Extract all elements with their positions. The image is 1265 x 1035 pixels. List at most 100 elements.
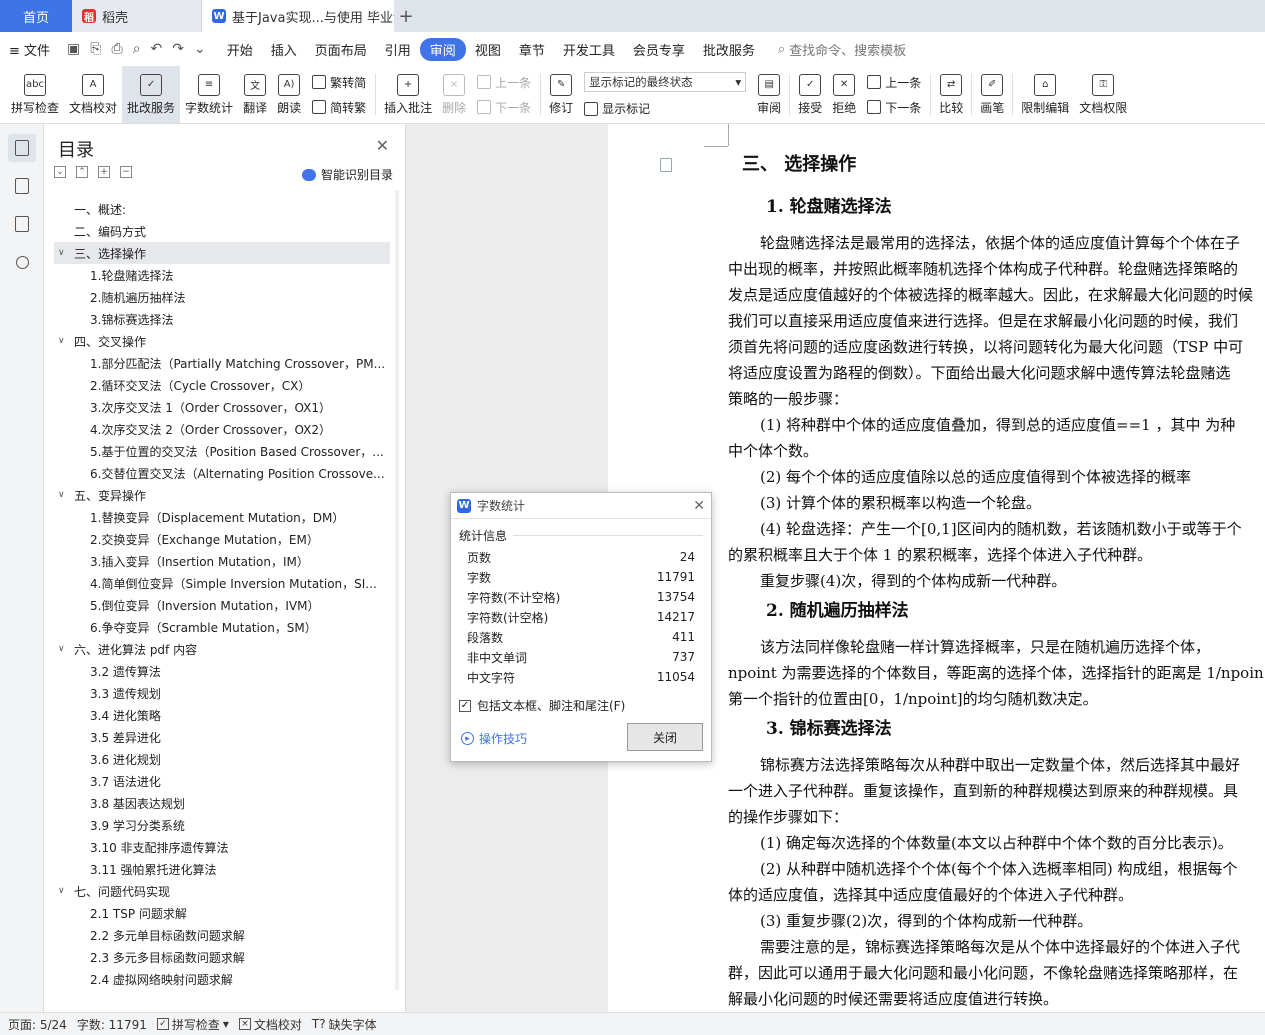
dialog-close-button[interactable]: 关闭 [627, 723, 703, 751]
chevron-down-icon[interactable]: ∨ [58, 644, 72, 654]
toc-item[interactable]: ∨ 五、变异操作 [54, 484, 390, 506]
toc-item[interactable]: 2.2 多元单目标函数问题求解 [54, 924, 390, 946]
next-change-button[interactable]: 下一条 [867, 99, 921, 116]
menu-view[interactable]: 视图 [466, 40, 510, 59]
new-tab-button[interactable]: + [394, 0, 418, 32]
delete-comment-button[interactable]: × 删除 [437, 66, 471, 123]
smart-toc-button[interactable]: 智能识别目录 [301, 166, 393, 183]
toc-item[interactable]: 3.3 遗传规划 [54, 682, 390, 704]
toc-item[interactable]: 1.轮盘赌选择法 [54, 264, 390, 286]
menu-member[interactable]: 会员专享 [624, 40, 694, 59]
markup-state-select[interactable]: 显示标记的最终状态 ▾ [584, 72, 747, 92]
toc-item[interactable]: 3.9 学习分类系统 [54, 814, 390, 836]
toc-item[interactable]: 二、编码方式 [54, 220, 390, 242]
close-icon[interactable]: ✕ [376, 136, 389, 155]
menu-devtools[interactable]: 开发工具 [554, 40, 624, 59]
find-icon[interactable] [8, 248, 36, 276]
proofread-button[interactable]: A 文档校对 [64, 66, 122, 123]
chevron-down-icon[interactable]: ∨ [58, 490, 72, 500]
toc-item[interactable]: 3.6 进化规划 [54, 748, 390, 770]
toc-item[interactable]: 4.次序交叉法 2（Order Crossover，OX2） [54, 418, 390, 440]
tips-link[interactable]: ▸ 操作技巧 [461, 730, 527, 747]
spell-check-button[interactable]: abc 拼写检查 [6, 66, 64, 123]
expand-all-icon[interactable]: ⌃ [76, 166, 88, 178]
toc-scrollbar[interactable] [395, 190, 399, 990]
toc-item[interactable]: 5.基于位置的交叉法（Position Based Crossover，... [54, 440, 390, 462]
export-icon[interactable]: ⎘ [90, 41, 101, 57]
toc-item[interactable]: 2.4 虚拟网络映射问题求解 [54, 968, 390, 990]
menu-chapter[interactable]: 章节 [510, 40, 554, 59]
show-markup-button[interactable]: 显示标记 [584, 100, 746, 117]
toc-item[interactable]: ∨ 四、交叉操作 [54, 330, 390, 352]
toc-item[interactable]: 3.7 语法进化 [54, 770, 390, 792]
toc-item[interactable]: 3.10 非支配排序遗传算法 [54, 836, 390, 858]
pen-button[interactable]: ✐ 画笔 [975, 66, 1009, 123]
restrict-editing-button[interactable]: ⌂ 限制编辑 [1016, 66, 1074, 123]
trad-to-simp-button[interactable]: 繁转简 [312, 74, 366, 91]
bookmark-icon[interactable] [8, 210, 36, 238]
document-permission-button[interactable]: ⚿ 文档权限 [1074, 66, 1132, 123]
menu-review[interactable]: 审阅 [419, 37, 466, 61]
toc-item[interactable]: 一、概述: [54, 198, 390, 220]
remove-heading-icon[interactable]: − [120, 166, 132, 178]
save-icon[interactable]: ▣ [67, 41, 80, 57]
collapse-all-icon[interactable]: ⌄ [54, 166, 66, 178]
accept-button[interactable]: ✓ 接受 [793, 66, 827, 123]
toc-item[interactable]: 2.循环交叉法（Cycle Crossover，CX） [54, 374, 390, 396]
toc-item[interactable]: ∨ 七、问题代码实现 [54, 880, 390, 902]
toc-item[interactable]: ∨ 六、进化算法 pdf 内容 [54, 638, 390, 660]
include-textbox-checkbox[interactable]: ✓ 包括文本框、脚注和尾注(F) [459, 697, 625, 714]
toc-item[interactable]: 2.随机遍历抽样法 [54, 286, 390, 308]
toc-item[interactable]: ∨ 三、选择操作 [54, 242, 390, 264]
translate-button[interactable]: 文翻译 [238, 66, 272, 123]
toc-item[interactable]: 1.替换变异（Displacement Mutation，DM） [54, 506, 390, 528]
chevron-down-icon[interactable]: ∨ [58, 336, 72, 346]
menu-correction[interactable]: 批改服务 [694, 40, 764, 59]
print-icon[interactable]: ⎙ [111, 41, 122, 57]
compare-button[interactable]: ⇄ 比较 [934, 66, 968, 123]
chevron-down-icon[interactable]: ∨ [58, 886, 72, 896]
toc-item[interactable]: 2.交换变异（Exchange Mutation，EM） [54, 528, 390, 550]
status-missing-font[interactable]: T? 缺失字体 [312, 1016, 377, 1033]
menu-reference[interactable]: 引用 [376, 40, 420, 59]
more-icon[interactable]: ⌄ [194, 41, 206, 57]
chapter-nav-icon[interactable] [8, 172, 36, 200]
prev-comment-button[interactable]: 上一条 [477, 74, 531, 91]
reject-button[interactable]: ✕ 拒绝 [827, 66, 861, 123]
word-count-button[interactable]: ≡ 字数统计 [180, 66, 238, 123]
page-menu-icon[interactable] [660, 158, 672, 172]
toc-item[interactable]: 3.次序交叉法 1（Order Crossover，OX1） [54, 396, 390, 418]
read-aloud-button[interactable]: A) 朗读 [272, 66, 306, 123]
toc-item[interactable]: 3.4 进化策略 [54, 704, 390, 726]
tab-document[interactable]: W 基于Java实现...与使用 毕业论 [202, 0, 394, 32]
toc-item[interactable]: 2.1 TSP 问题求解 [54, 902, 390, 924]
toc-item[interactable]: 3.8 基因表达规划 [54, 792, 390, 814]
track-changes-button[interactable]: ✎ 修订 [544, 66, 578, 123]
document-body[interactable]: 三、 选择操作 1. 轮盘赌选择法 轮盘赌选择法是最常用的选择法，依据个体的适应度值… [728, 150, 1265, 1012]
toc-item[interactable]: 5.倒位变异（Inversion Mutation，IVM） [54, 594, 390, 616]
tab-daoke[interactable]: 稻 稻壳 [72, 0, 202, 32]
toc-item[interactable]: 1.部分匹配法（Partially Matching Crossover，PM.… [54, 352, 390, 374]
toc-item[interactable]: 3.5 差异进化 [54, 726, 390, 748]
toc-item[interactable]: 3.插入变异（Insertion Mutation，IM） [54, 550, 390, 572]
toc-item[interactable]: 3.2 遗传算法 [54, 660, 390, 682]
chevron-down-icon[interactable]: ∨ [58, 248, 72, 258]
redo-icon[interactable]: ↷ [172, 41, 184, 57]
toc-item[interactable]: 6.交替位置交叉法（Alternating Position Crossove.… [54, 462, 390, 484]
status-spell-check[interactable]: ✓ 拼写检查 ▾ [156, 1016, 229, 1033]
toc-item[interactable]: 6.争夺变异（Scramble Mutation，SM） [54, 616, 390, 638]
next-comment-button[interactable]: 下一条 [477, 99, 531, 116]
toc-item[interactable]: 3.锦标赛选择法 [54, 308, 390, 330]
menu-layout[interactable]: 页面布局 [306, 40, 376, 59]
command-search[interactable]: ⌕ 查找命令、搜索模板 [764, 40, 906, 59]
toc-item[interactable]: 2.3 多元多目标函数问题求解 [54, 946, 390, 968]
tab-home[interactable]: 首页 [0, 0, 72, 32]
close-icon[interactable]: ✕ [693, 498, 705, 514]
prev-change-button[interactable]: 上一条 [867, 74, 921, 91]
page-indicator[interactable]: 页面: 5/24 [8, 1016, 67, 1033]
simp-to-trad-button[interactable]: 简转繁 [312, 99, 366, 116]
file-menu[interactable]: ≡ 文件 [0, 40, 59, 59]
review-pane-button[interactable]: ▤ 审阅 [752, 66, 786, 123]
add-heading-icon[interactable]: + [98, 166, 110, 178]
word-count-indicator[interactable]: 字数: 11791 [77, 1016, 147, 1033]
